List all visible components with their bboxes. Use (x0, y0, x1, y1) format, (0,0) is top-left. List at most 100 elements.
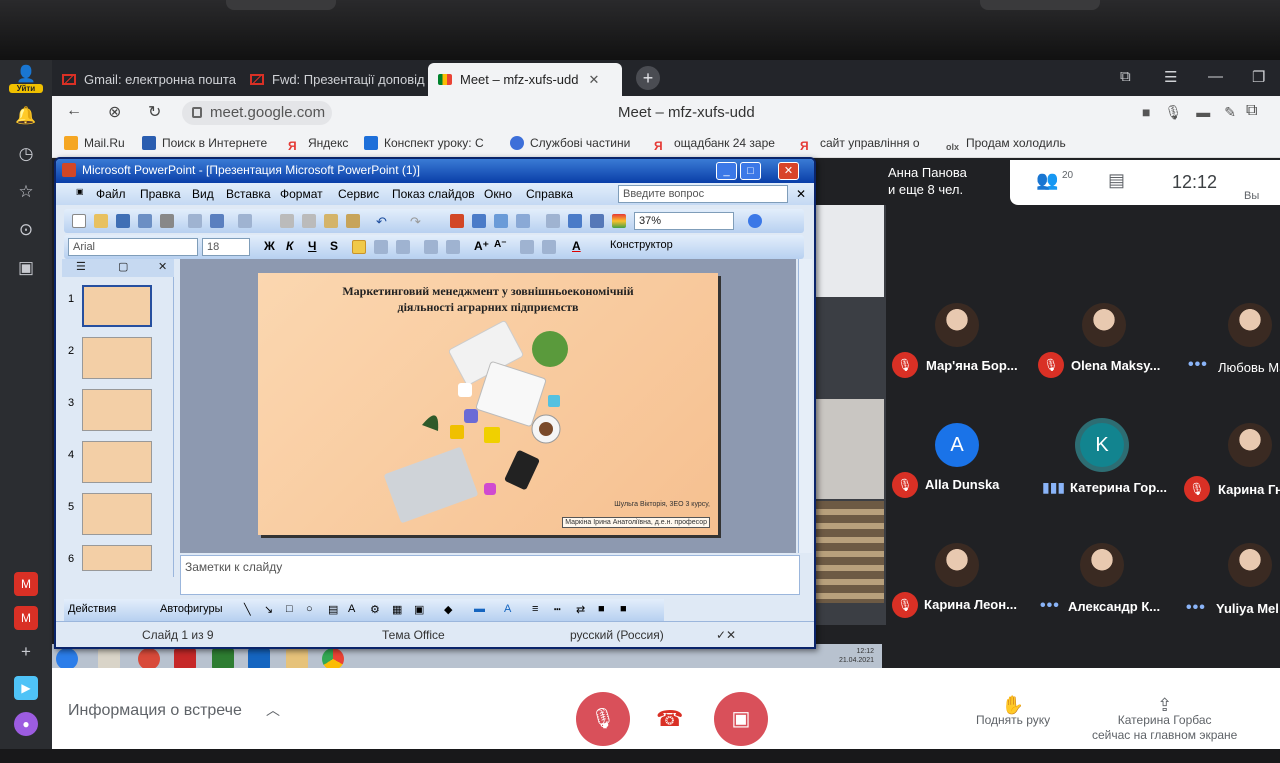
menu-file[interactable]: Файл (96, 187, 126, 201)
tab-meet[interactable]: Meet – mfz-xufs-udd ✕ (428, 63, 622, 96)
autoshapes-menu[interactable]: Автофигуры (160, 603, 223, 615)
font-size-select[interactable]: 18 (202, 238, 250, 256)
tables-borders-icon[interactable] (494, 214, 508, 228)
copy-icon[interactable] (302, 214, 316, 228)
reload-icon[interactable]: ↻ (148, 102, 161, 122)
line-color-icon[interactable]: ▬ (474, 603, 485, 615)
mic-off-button[interactable]: 🎙 (576, 692, 630, 746)
3d-icon[interactable]: ■ (620, 603, 627, 615)
numbering-icon[interactable] (424, 240, 438, 254)
expand-icon[interactable] (546, 214, 560, 228)
increase-font-icon[interactable]: A⁺ (474, 239, 489, 253)
insert-table-icon[interactable] (472, 214, 486, 228)
align-center-icon[interactable] (374, 240, 388, 254)
zoom-select[interactable]: 37% (634, 212, 734, 230)
rectangle-icon[interactable]: □ (286, 603, 293, 615)
hang-up-icon[interactable]: ☎ (656, 706, 683, 732)
gmail-app-icon[interactable]: M (14, 572, 38, 596)
star-icon[interactable]: ☆ (14, 180, 38, 204)
raise-hand-button[interactable]: ✋ Поднять руку (976, 696, 1050, 728)
bookmark-sluzhbovi[interactable]: Службові частини (510, 136, 630, 150)
bookmark-olx[interactable]: olx Продам холодиль (946, 136, 1066, 156)
close-button[interactable]: ✕ (778, 162, 799, 180)
shadow-icon[interactable]: ■ (598, 603, 605, 615)
fill-color-icon[interactable]: ◆ (444, 603, 452, 616)
slide-thumbnail-3[interactable] (82, 389, 152, 431)
hyperlink-icon[interactable] (516, 214, 530, 228)
menu-edit[interactable]: Правка (140, 187, 181, 201)
presenting-button[interactable]: ⇪ Катерина Горбас сейчас на главном экра… (1092, 696, 1237, 743)
textbox-icon[interactable]: ▤ (328, 603, 338, 616)
tab-gmail[interactable]: Gmail: електронна пошта (52, 63, 238, 96)
format-painter-icon[interactable] (346, 214, 360, 228)
font-color-icon[interactable]: A (504, 603, 511, 615)
extension-icon[interactable]: ⧉ (1246, 102, 1257, 120)
paste-icon[interactable] (324, 214, 338, 228)
menu-tools[interactable]: Сервис (338, 187, 379, 201)
menu-insert[interactable]: Вставка (226, 187, 271, 201)
bookmark-oschadbank[interactable]: Яощадбанк 24 заре (654, 136, 775, 153)
italic-button[interactable]: К (286, 239, 293, 253)
shadow-button[interactable]: S (330, 239, 338, 253)
maximize-button[interactable]: □ (740, 162, 761, 180)
notes-field[interactable]: Заметки к слайду (180, 555, 800, 595)
slide-thumbnail-6[interactable] (82, 545, 152, 571)
history-icon[interactable]: ◷ (14, 142, 38, 166)
bookmark-yandex[interactable]: Я Яндекс (288, 136, 348, 153)
line-icon[interactable]: ╲ (244, 603, 251, 616)
decrease-indent-icon[interactable] (520, 240, 534, 254)
menu-help[interactable]: Справка (526, 187, 573, 201)
menu-slideshow[interactable]: Показ слайдов (392, 187, 475, 201)
research-icon[interactable] (238, 214, 252, 228)
menu-icon[interactable]: ☰ (1164, 68, 1177, 86)
restore-icon[interactable]: ❐ (1252, 68, 1265, 86)
bookmark-sait[interactable]: Ясайт управління о (800, 136, 920, 153)
snapshot-icon[interactable]: ⧉ (1120, 68, 1131, 85)
speed-dial-icon[interactable]: ⊗ (108, 102, 121, 122)
arrow-icon[interactable]: ↘ (264, 603, 273, 616)
logout-badge[interactable]: Уйти (9, 84, 43, 93)
slides-tab-icon[interactable]: ▢ (118, 260, 128, 273)
chevron-up-icon[interactable]: ︿ (266, 700, 280, 720)
align-right-icon[interactable] (396, 240, 410, 254)
actions-menu[interactable]: Действия (68, 603, 116, 615)
increase-indent-icon[interactable] (542, 240, 556, 254)
gmail-app-icon-2[interactable]: M (14, 606, 38, 630)
camera-off-button[interactable]: ▣ (714, 692, 768, 746)
bookmark-konspekt[interactable]: Конспект уроку: С (364, 136, 484, 150)
player-icon[interactable]: ⊙ (14, 218, 38, 242)
undo-icon[interactable]: ↶ (376, 214, 390, 229)
oval-icon[interactable]: ○ (306, 603, 313, 615)
menu-format[interactable]: Формат (280, 187, 323, 201)
workspace-3-icon[interactable]: ▣ (14, 256, 38, 280)
meeting-info-button[interactable]: Информация о встрече (68, 702, 242, 720)
permission-icon[interactable] (138, 214, 152, 228)
new-icon[interactable] (72, 214, 86, 228)
add-icon[interactable]: + (14, 640, 38, 664)
print-icon[interactable] (160, 214, 174, 228)
wordart-icon[interactable]: A (348, 603, 355, 615)
back-icon[interactable]: ← (66, 102, 82, 120)
insert-chart-icon[interactable] (450, 214, 464, 228)
messenger-icon[interactable]: ● (14, 712, 38, 736)
cut-icon[interactable] (280, 214, 294, 228)
menu-window[interactable]: Окно (484, 187, 512, 201)
decrease-font-icon[interactable]: A⁻ (494, 239, 507, 250)
menu-view[interactable]: Вид (192, 187, 214, 201)
close-doc-icon[interactable]: ✕ (796, 187, 806, 201)
slide-thumbnail-2[interactable] (82, 337, 152, 379)
dash-style-icon[interactable]: ┅ (554, 603, 561, 616)
print-preview-icon[interactable] (188, 214, 202, 228)
bookmark-mailru[interactable]: Mail.Ru (64, 136, 125, 150)
close-tab-icon[interactable]: ✕ (589, 72, 600, 87)
bullets-icon[interactable] (446, 240, 460, 254)
people-icon[interactable]: 👥 (1036, 170, 1058, 191)
help-icon[interactable] (748, 214, 762, 228)
outline-tab-icon[interactable]: ☰ (76, 260, 86, 273)
minimize-icon[interactable]: — (1208, 68, 1223, 85)
open-icon[interactable] (94, 214, 108, 228)
play-app-icon[interactable]: ▶ (14, 676, 38, 700)
spelling-icon[interactable] (210, 214, 224, 228)
grid-icon[interactable] (590, 214, 604, 228)
picture-icon[interactable]: ▣ (414, 603, 424, 616)
